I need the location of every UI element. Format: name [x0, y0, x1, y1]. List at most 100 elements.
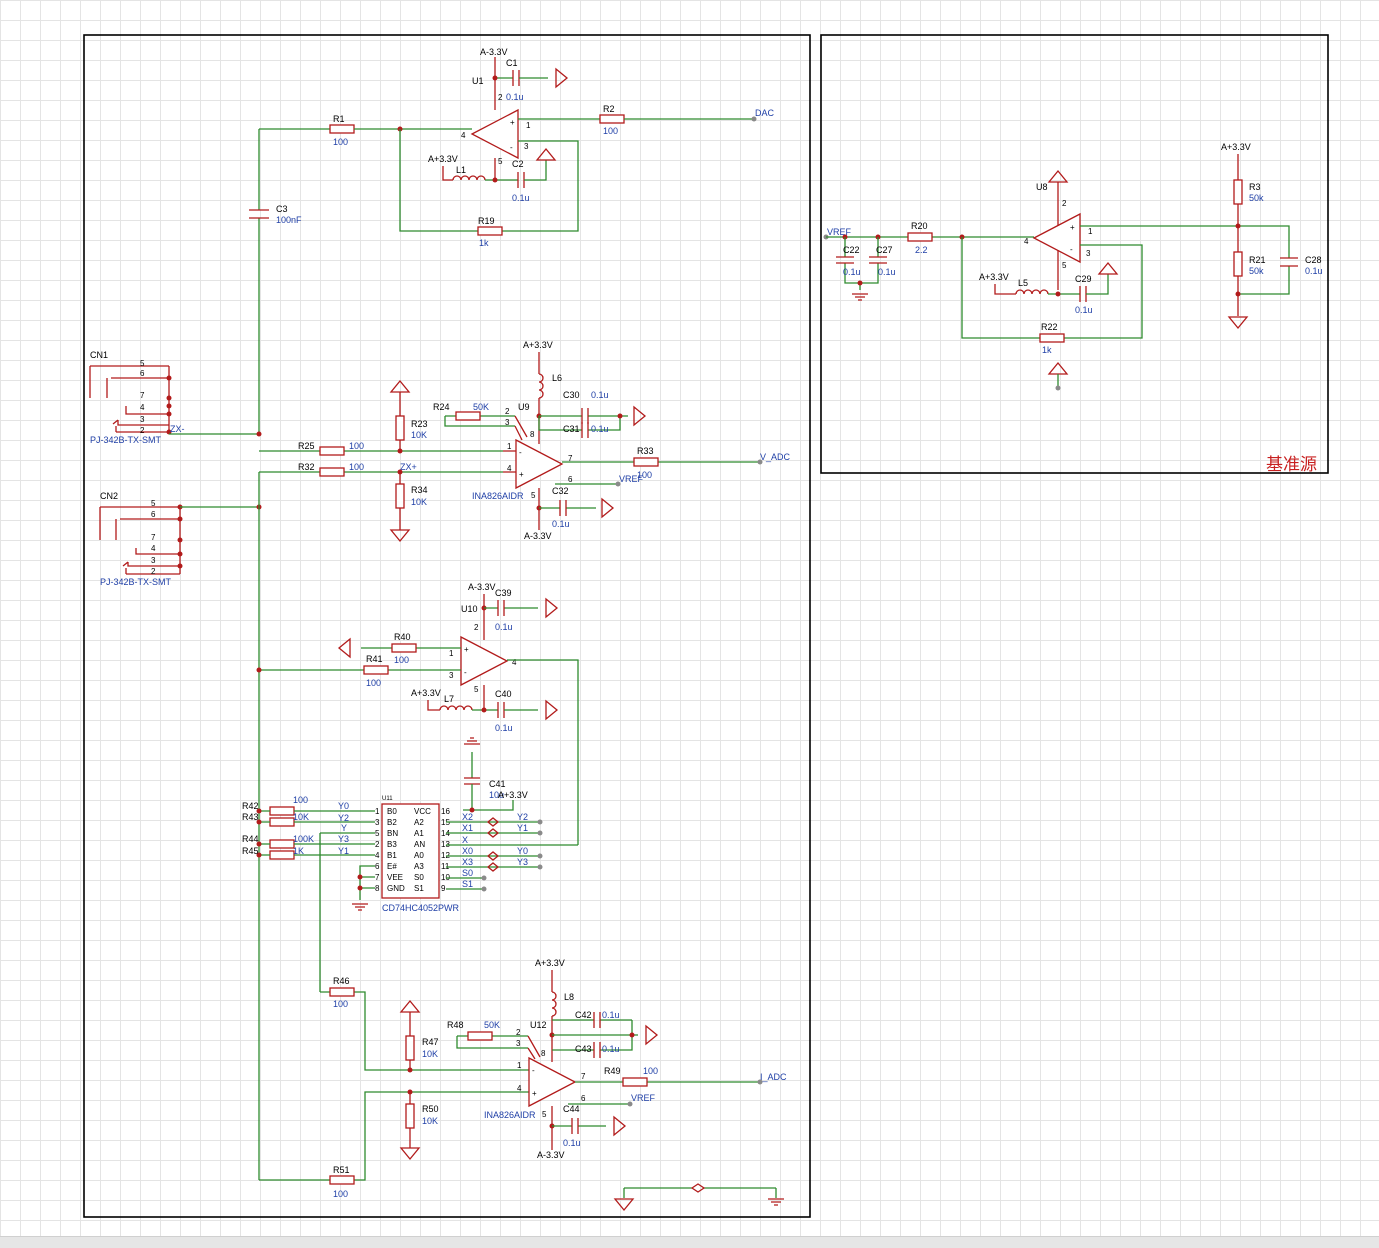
resistor-r23[interactable]: [395, 415, 405, 441]
schematic-label: A+3.3V: [498, 790, 528, 800]
schematic-label: 7: [581, 1072, 586, 1081]
mux-pin-right: VCC: [414, 807, 431, 816]
schematic-label: Y0: [338, 801, 349, 811]
resistor-r2[interactable]: [599, 114, 625, 124]
audio-jack-cn2[interactable]: [99, 504, 183, 575]
resistor-r48[interactable]: [467, 1031, 493, 1041]
audio-jack-cn1[interactable]: [89, 365, 172, 435]
capacitor-c40[interactable]: [497, 702, 505, 718]
inductor-l6[interactable]: [538, 373, 544, 399]
schematic-canvas[interactable]: 基准源 + - U1 2 5 4 1 3 A-3.3V C1 0.1u R1 1…: [0, 0, 1379, 1247]
resistor-r47[interactable]: [405, 1035, 415, 1061]
net-dac[interactable]: DAC: [755, 108, 775, 118]
schematic-label: 1k: [479, 238, 489, 248]
mux-pin-right: A3: [414, 862, 424, 871]
schematic-label: 1K: [293, 846, 304, 856]
schematic-label: 1: [1088, 227, 1093, 236]
schematic-label: 2: [498, 93, 503, 102]
schematic-label: 2: [474, 623, 479, 632]
net-zx-plus[interactable]: ZX+: [400, 462, 417, 472]
capacitor-c27[interactable]: [869, 256, 887, 264]
resistor-r42[interactable]: [269, 806, 295, 816]
capacitor-c43[interactable]: [593, 1042, 601, 1058]
resistor-r25[interactable]: [319, 446, 345, 456]
resistor-r19[interactable]: [477, 226, 503, 236]
capacitor-c39[interactable]: [497, 600, 505, 616]
net-v-adc[interactable]: V_ADC: [760, 452, 791, 462]
schematic-label: 3: [449, 671, 454, 680]
reference-opamp-u8[interactable]: + -: [1032, 212, 1081, 264]
resistor-r51[interactable]: [329, 1175, 355, 1185]
schematic-label: X2: [462, 812, 473, 822]
schematic-label: C3: [276, 204, 288, 214]
resistor-r20[interactable]: [907, 232, 933, 242]
schematic-label: C27: [876, 245, 893, 255]
schematic-label: 4: [151, 544, 156, 553]
mux-pin-number: 7: [375, 873, 380, 882]
capacitor-c3[interactable]: [249, 209, 269, 219]
resistor-r43[interactable]: [269, 817, 295, 827]
mux-pin-left: B1: [387, 851, 397, 860]
capacitor-c41[interactable]: [464, 777, 480, 785]
schematic-label: S0: [462, 868, 473, 878]
resistor-r1[interactable]: [329, 124, 355, 134]
schematic-label: 50k: [1249, 193, 1264, 203]
inductor-l7[interactable]: [439, 705, 473, 711]
resistor-r45[interactable]: [269, 850, 295, 860]
resistor-r40[interactable]: [391, 643, 417, 653]
resistor-r3[interactable]: [1233, 179, 1243, 205]
schematic-label: 4: [1024, 237, 1029, 246]
resistor-r46[interactable]: [329, 987, 355, 997]
capacitor-c1[interactable]: [512, 70, 520, 86]
schematic-label: R33: [637, 446, 654, 456]
resistor-r21[interactable]: [1233, 251, 1243, 277]
schematic-label: R2: [603, 104, 615, 114]
resistor-r33[interactable]: [633, 457, 659, 467]
capacitor-c29[interactable]: [1079, 286, 1087, 302]
schematic-label: C31: [563, 424, 580, 434]
mux-pin-left: B0: [387, 807, 397, 816]
capacitor-c2[interactable]: [517, 172, 525, 188]
schematic-label: -: [510, 143, 513, 152]
capacitor-c32[interactable]: [559, 500, 567, 516]
capacitor-c42[interactable]: [593, 1012, 601, 1028]
resistor-r34[interactable]: [395, 483, 405, 509]
inductor-l5[interactable]: [1015, 289, 1049, 295]
resistor-r32[interactable]: [319, 467, 345, 477]
schematic-label: 5: [474, 685, 479, 694]
capacitor-c44[interactable]: [571, 1118, 579, 1134]
schematic-label: 0.1u: [1305, 266, 1323, 276]
net-i-adc[interactable]: I_ADC: [760, 1072, 787, 1082]
resistor-r44[interactable]: [269, 839, 295, 849]
ina826-u9[interactable]: - +: [515, 438, 564, 490]
capacitor-c22[interactable]: [836, 256, 854, 264]
mux-pin-number: 16: [441, 807, 450, 816]
net-vref[interactable]: VREF: [827, 227, 852, 237]
schematic-label: 6: [140, 369, 145, 378]
mux-pin-number: 4: [375, 851, 380, 860]
mux-pin-left: B3: [387, 840, 397, 849]
resistor-r24[interactable]: [455, 411, 481, 421]
schematic-label: U11: [382, 796, 393, 802]
schematic-label: 100: [293, 795, 308, 805]
resistor-r22[interactable]: [1039, 333, 1065, 343]
mux-pin-right: AN: [414, 840, 425, 849]
capacitor-c30[interactable]: [581, 408, 589, 424]
schematic-label: R22: [1041, 322, 1058, 332]
capacitor-c31[interactable]: [581, 422, 589, 438]
schematic-label: R23: [411, 419, 428, 429]
capacitor-c28[interactable]: [1280, 257, 1298, 267]
inductor-l1[interactable]: [452, 175, 486, 181]
ina826-u12[interactable]: - +: [528, 1056, 577, 1108]
schematic-label: C40: [495, 689, 512, 699]
inductor-l8[interactable]: [551, 991, 557, 1017]
mux-pin-number: 3: [375, 818, 380, 827]
resistor-r41[interactable]: [363, 665, 389, 675]
buffer-opamp-u10[interactable]: + -: [460, 635, 509, 687]
resistor-r50[interactable]: [405, 1103, 415, 1129]
resistor-r49[interactable]: [622, 1077, 648, 1087]
schematic-label: 3: [505, 418, 510, 427]
schematic-label: 5: [542, 1110, 547, 1119]
schematic-label: 6: [568, 475, 573, 484]
net-zx-minus[interactable]: ZX-: [170, 424, 185, 434]
